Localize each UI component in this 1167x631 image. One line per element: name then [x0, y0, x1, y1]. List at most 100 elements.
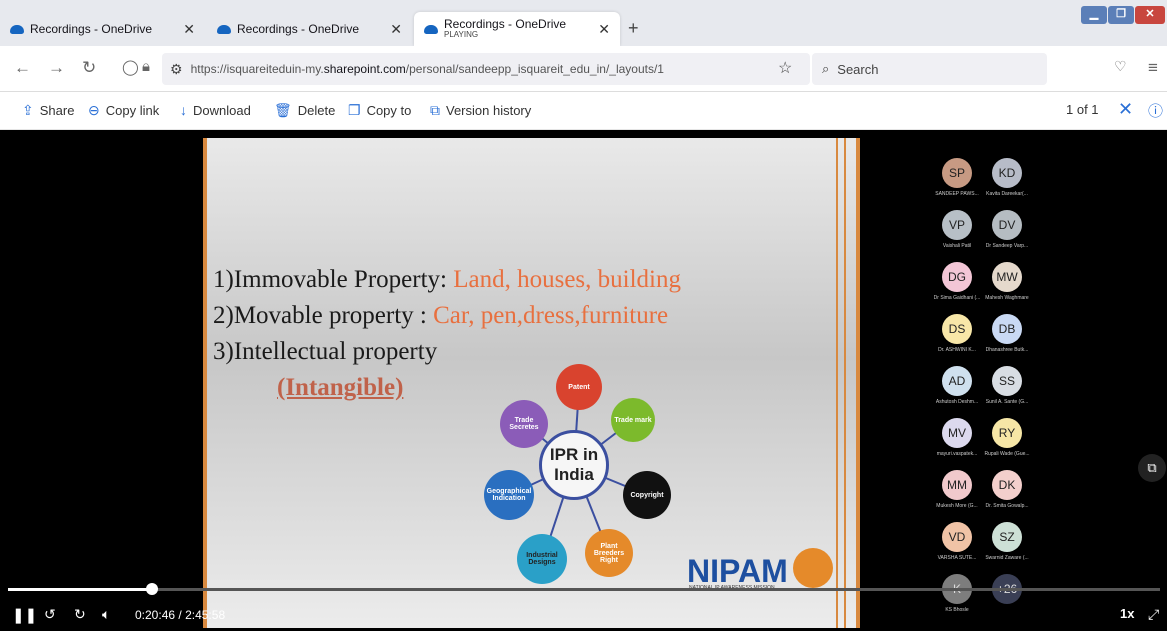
share-icon: ⇪: [22, 102, 34, 118]
participant-name: Vaishali Patil: [942, 243, 972, 249]
participant-name: Dr. Smita Gowalp...: [985, 503, 1029, 509]
rewind-10-icon[interactable]: ↺: [44, 606, 56, 623]
share-button[interactable]: ⇪ Share: [22, 102, 74, 119]
browser-tab[interactable]: Recordings - OneDrive ✕: [207, 12, 412, 46]
participant-name: Kavita Dareekar(...: [986, 191, 1028, 197]
minimize-button[interactable]: ▁: [1081, 6, 1107, 24]
playback-speed-button[interactable]: 1x: [1120, 606, 1134, 621]
diagram-node-copyright: Copyright: [623, 471, 671, 519]
participant-name: Dr Sandeep Varp...: [985, 243, 1029, 249]
onedrive-icon: [10, 24, 24, 34]
permissions-icon[interactable]: ⚙: [170, 61, 183, 78]
url-domain: sharepoint.com: [323, 62, 406, 76]
tracking-shield-icon[interactable]: ◯: [122, 58, 139, 76]
copy-icon: ❐: [348, 102, 361, 118]
download-button[interactable]: ↓ Download: [180, 102, 251, 118]
tab-title: Recordings - OneDrive: [237, 22, 360, 36]
participant-avatar: DK: [992, 470, 1022, 500]
time-separator: /: [178, 608, 182, 622]
version-history-label: Version history: [446, 103, 532, 118]
picture-in-picture-icon[interactable]: ⧉: [1138, 454, 1166, 482]
share-label: Share: [39, 103, 75, 118]
participant-avatar: VP: [942, 210, 972, 240]
new-tab-button[interactable]: +: [628, 18, 639, 39]
hub-line-1: IPR in: [549, 445, 599, 465]
forward-10-icon[interactable]: ↻: [74, 606, 86, 623]
participant-avatar: AD: [942, 366, 972, 396]
version-history-icon: ⧉: [430, 102, 440, 118]
participant-name: Dr. ASHWINI K...: [938, 347, 976, 353]
participant-avatar: SZ: [992, 522, 1022, 552]
diagram-node-industrial-designs: Industrial Designs: [517, 534, 567, 584]
participant-avatar: SS: [992, 366, 1022, 396]
nipam-logo-mark: [793, 548, 833, 588]
onedrive-icon: [424, 24, 438, 34]
trash-icon: 🗑︎: [274, 102, 292, 118]
tab-title: Recordings - OneDrive: [30, 22, 153, 36]
window-close-button[interactable]: ✕: [1135, 6, 1165, 24]
diagram-node-trade-secretes: Trade Secretes: [500, 400, 548, 448]
presentation-slide: 1)Immovable Property: Land, houses, buil…: [203, 138, 860, 628]
bookmark-star-icon[interactable]: ☆: [778, 58, 792, 78]
navigation-bar: ← → ↻ ◯ 🔒︎ ⚙ https://isquareiteduin-my. s…: [0, 46, 1167, 92]
download-icon: ↓: [180, 102, 187, 118]
address-bar[interactable]: ⚙ https://isquareiteduin-my. sharepoint.c…: [162, 53, 810, 85]
fullscreen-icon[interactable]: ⤢: [1148, 606, 1159, 623]
participant-avatar: KD: [992, 158, 1022, 188]
participant-avatar: DG: [942, 262, 972, 292]
version-history-button[interactable]: ⧉ Version history: [430, 102, 531, 119]
url-path: /personal/sandeepp_isquareit_edu_in/_lay…: [405, 62, 664, 76]
copy-to-button[interactable]: ❐ Copy to: [348, 102, 411, 119]
diagram-node-patent: Patent: [556, 364, 602, 410]
diagram-node-plant-breeders-right: Plant Breeders Right: [585, 529, 633, 577]
seek-bar-progress: [8, 588, 152, 591]
forward-icon[interactable]: →: [48, 58, 65, 78]
back-icon[interactable]: ←: [14, 58, 31, 78]
participant-name: VARSHA SUTE...: [937, 555, 977, 561]
close-tab-icon[interactable]: ✕: [390, 21, 402, 38]
copy-link-label: Copy link: [105, 103, 160, 118]
download-label: Download: [193, 102, 251, 118]
pause-icon[interactable]: ❚❚: [12, 606, 37, 624]
search-placeholder: Search: [837, 61, 879, 77]
lock-icon[interactable]: 🔒︎: [142, 58, 150, 75]
hub-line-2: India: [554, 465, 594, 484]
copy-to-label: Copy to: [366, 103, 412, 118]
participant-name: Sunil A. Sante (G...: [985, 399, 1029, 405]
close-tab-icon[interactable]: ✕: [183, 21, 195, 38]
maximize-button[interactable]: ❐: [1108, 6, 1134, 24]
menu-icon[interactable]: ≡: [1148, 58, 1158, 78]
playback-time: 0:20:46 / 2:45:58: [135, 608, 225, 622]
close-tab-icon[interactable]: ✕: [598, 21, 610, 38]
participant-avatar: VD: [942, 522, 972, 552]
participant-avatar: DS: [942, 314, 972, 344]
browser-tab[interactable]: Recordings - OneDrive ✕: [0, 12, 205, 46]
total-duration: 2:45:58: [185, 608, 226, 622]
participant-name: Dr Sima Gaidhani (...: [933, 295, 981, 301]
onedrive-icon: [217, 24, 231, 34]
participant-avatar: RY: [992, 418, 1022, 448]
search-icon: ⌕: [822, 61, 830, 76]
participant-name: mayuri.vaspatek...: [936, 451, 978, 457]
copy-link-button[interactable]: ⊖ Copy link: [88, 102, 159, 119]
pocket-icon[interactable]: ♡: [1114, 58, 1127, 75]
file-toolbar: ⇪ Share ⊖ Copy link ↓ Download 🗑︎ Delete ❐ Co…: [0, 92, 1167, 130]
participant-name: Rupali Wade (Gue...: [984, 451, 1030, 457]
close-viewer-icon[interactable]: ✕: [1118, 99, 1133, 120]
browser-tab-active[interactable]: Recordings - OneDrive PLAYING ✕: [414, 12, 620, 46]
search-box[interactable]: ⌕ Search: [812, 53, 1047, 85]
delete-button[interactable]: 🗑︎ Delete: [274, 102, 335, 119]
participant-avatar: DB: [992, 314, 1022, 344]
volume-icon[interactable]: 🔈︎: [102, 606, 110, 623]
reload-icon[interactable]: ↻: [82, 58, 96, 78]
page-counter: 1 of 1: [1066, 102, 1099, 117]
delete-label: Delete: [297, 103, 336, 118]
video-player[interactable]: 1)Immovable Property: Land, houses, buil…: [0, 130, 1167, 631]
player-controls: ❚❚ ↺ ↻ 🔈︎ 0:20:46 / 2:45:58 1x ⤢: [0, 583, 1167, 631]
info-icon[interactable]: ⓘ: [1148, 100, 1163, 121]
participant-avatar: MM: [942, 470, 972, 500]
participant-name: Ashutosh Deshm...: [935, 399, 979, 405]
seek-handle[interactable]: [146, 583, 158, 595]
seek-bar[interactable]: [8, 583, 1160, 595]
diagram-node-trade-mark: Trade mark: [611, 398, 655, 442]
